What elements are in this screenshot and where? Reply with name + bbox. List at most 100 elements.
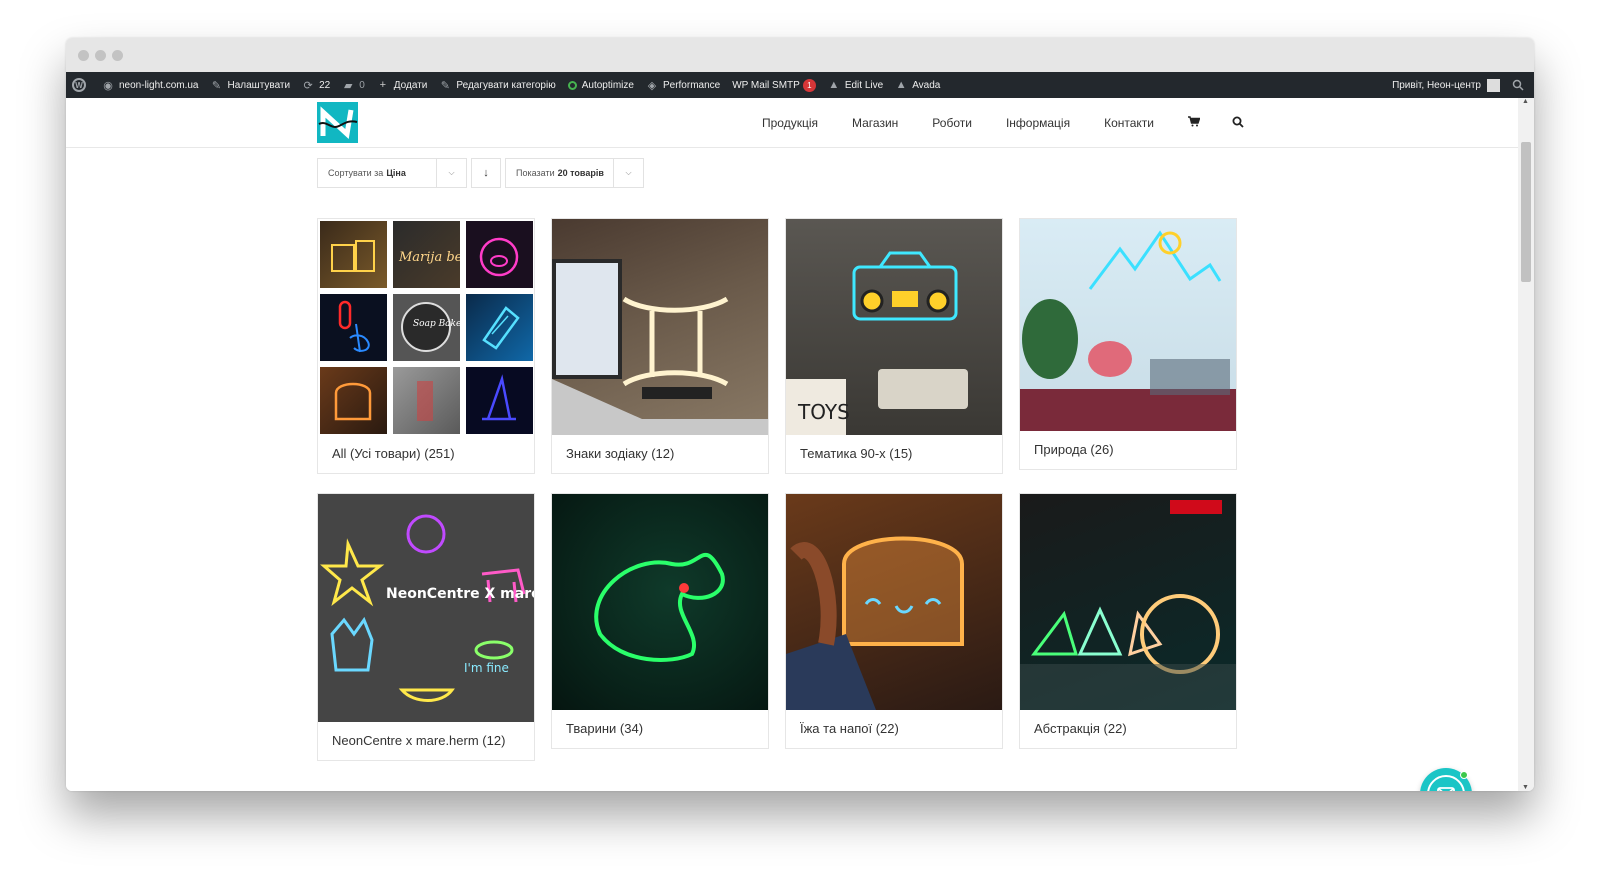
scrollbar-thumb[interactable] [1521, 142, 1531, 282]
scroll-down-arrow-icon[interactable]: ▼ [1522, 784, 1529, 791]
category-card-abstract[interactable]: Абстракція (22) [1019, 493, 1237, 749]
browser-window: W ◉ neon-light.com.ua ✎ Налаштувати ⟳ 22… [66, 38, 1534, 791]
site-name: neon-light.com.ua [119, 79, 199, 91]
page-scrollbar[interactable]: ▲ ▼ [1518, 98, 1534, 791]
category-card-collab[interactable]: NeonCentre X mare.herm I'm fine NeonCent… [317, 493, 535, 761]
wp-logo-menu[interactable]: W [66, 72, 96, 98]
sort-by-select[interactable]: Сортувати за Ціна ⌵ [317, 158, 467, 188]
nav-item-shop[interactable]: Магазин [852, 116, 898, 130]
category-title[interactable]: Природа (26) [1020, 431, 1236, 469]
admin-bar-customize[interactable]: ✎ Налаштувати [205, 72, 297, 98]
pencil-icon: ✎ [440, 79, 450, 92]
category-card-all[interactable]: Marija ben Soap Bakery All (Усі товари) … [317, 218, 535, 474]
admin-bar-account[interactable]: Привіт, Неон-центр [1386, 72, 1506, 98]
fine-text: I'm fine [464, 661, 509, 675]
maximize-window-dot[interactable] [112, 50, 123, 61]
category-card-animals[interactable]: Тварини (34) [551, 493, 769, 749]
category-title[interactable]: Тварини (34) [552, 710, 768, 748]
avatar [1487, 78, 1500, 92]
sort-direction-button[interactable]: ↓ [471, 158, 501, 188]
wp-admin-bar: W ◉ neon-light.com.ua ✎ Налаштувати ⟳ 22… [66, 72, 1534, 98]
category-title[interactable]: Абстракція (22) [1020, 710, 1236, 748]
page-viewport: Продукція Магазин Роботи Інформація Конт… [66, 98, 1518, 791]
search-icon [1512, 79, 1524, 91]
category-card-nature[interactable]: Природа (26) [1019, 218, 1237, 470]
comment-icon: ▰ [344, 79, 353, 92]
admin-bar-wp-mail-smtp[interactable]: WP Mail SMTP 1 [726, 72, 822, 98]
updates-icon: ⟳ [303, 79, 313, 92]
category-image[interactable] [1020, 219, 1236, 431]
category-card-90s[interactable]: TOYS Тематика 90-х (15) [785, 218, 1003, 474]
autoptimize-label: Autoptimize [581, 79, 634, 91]
sort-value: Ціна [386, 168, 406, 178]
toys-bag-text: TOYS [797, 400, 850, 424]
category-image[interactable]: NeonCentre X mare.herm I'm fine [318, 494, 534, 722]
category-image[interactable] [552, 494, 768, 710]
category-title[interactable]: All (Усі товари) (251) [318, 435, 534, 473]
dashboard-icon: ◉ [103, 79, 113, 92]
cart-icon[interactable] [1188, 116, 1201, 130]
category-image[interactable] [1020, 494, 1236, 710]
admin-bar-performance[interactable]: ◈ Performance [640, 72, 726, 98]
show-value: 20 товарів [557, 168, 604, 178]
tile-sign-text: Marija ben [398, 250, 460, 265]
nav-item-products[interactable]: Продукція [762, 116, 818, 130]
scroll-up-arrow-icon[interactable]: ▲ [1522, 98, 1529, 105]
category-card-zodiac[interactable]: Знаки зодіаку (12) [551, 218, 769, 474]
nav-item-info[interactable]: Інформація [1006, 116, 1070, 130]
brush-icon: ✎ [211, 79, 222, 92]
per-page-select[interactable]: Показати 20 товарів ⌵ [505, 158, 644, 188]
site-header: Продукція Магазин Роботи Інформація Конт… [66, 98, 1518, 148]
envelope-icon [1437, 787, 1455, 791]
chevron-down-icon: ⌵ [613, 159, 643, 187]
category-card-food[interactable]: Їжа та напої (22) [785, 493, 1003, 749]
wordpress-icon: W [72, 78, 86, 92]
admin-bar-edit-category[interactable]: ✎ Редагувати категорію [433, 72, 561, 98]
admin-bar-new[interactable]: + Додати [371, 72, 434, 98]
tile-soap-text: Soap Bakery [413, 319, 460, 329]
status-circle-icon [567, 80, 577, 90]
new-label: Додати [393, 79, 428, 91]
avada-label: Avada [912, 79, 941, 91]
category-image[interactable] [786, 494, 1002, 710]
category-image[interactable] [552, 219, 768, 435]
customize-label: Налаштувати [227, 79, 291, 91]
avada-icon: ▲ [895, 79, 907, 91]
show-prefix: Показати [516, 168, 555, 178]
search-icon[interactable] [1232, 116, 1244, 131]
online-status-dot [1460, 771, 1468, 779]
chat-widget-button[interactable] [1420, 768, 1472, 791]
chat-ring [1427, 775, 1465, 791]
chevron-down-icon: ⌵ [436, 159, 466, 187]
comments-count: 0 [359, 79, 365, 91]
category-title[interactable]: NeonCentre x mare.herm (12) [318, 722, 534, 760]
avada-icon: ▲ [828, 79, 840, 91]
admin-bar-autoptimize[interactable]: Autoptimize [562, 72, 640, 98]
category-image[interactable]: Marija ben Soap Bakery [318, 219, 534, 435]
admin-bar-search[interactable] [1506, 72, 1534, 98]
sort-prefix: Сортувати за [328, 168, 384, 178]
neon-logo-icon [318, 106, 358, 139]
wp-mail-smtp-label: WP Mail SMTP [732, 79, 800, 91]
nav-item-works[interactable]: Роботи [932, 116, 972, 130]
category-image[interactable]: TOYS [786, 219, 1002, 435]
admin-bar-edit-live[interactable]: ▲ Edit Live [822, 72, 889, 98]
nav-item-contacts[interactable]: Контакти [1104, 116, 1154, 130]
arrow-down-icon: ↓ [483, 167, 489, 179]
site-logo[interactable] [317, 102, 358, 143]
category-title[interactable]: Тематика 90-х (15) [786, 435, 1002, 473]
performance-icon: ◈ [647, 79, 657, 92]
admin-bar-updates[interactable]: ⟳ 22 [296, 72, 336, 98]
close-window-dot[interactable] [78, 50, 89, 61]
updates-count: 22 [319, 79, 331, 91]
category-title[interactable]: Знаки зодіаку (12) [552, 435, 768, 473]
edit-live-label: Edit Live [844, 79, 884, 91]
performance-label: Performance [662, 79, 721, 91]
admin-bar-comments[interactable]: ▰ 0 [336, 72, 371, 98]
admin-bar-avada[interactable]: ▲ Avada [889, 72, 946, 98]
admin-bar-site[interactable]: ◉ neon-light.com.ua [96, 72, 205, 98]
browser-titlebar [66, 38, 1534, 72]
notification-badge: 1 [802, 78, 816, 92]
minimize-window-dot[interactable] [95, 50, 106, 61]
category-title[interactable]: Їжа та напої (22) [786, 710, 1002, 748]
